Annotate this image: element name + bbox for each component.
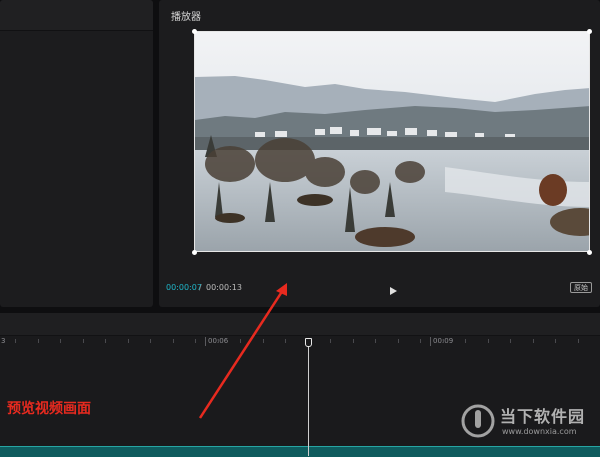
video-frame-image [195, 32, 589, 251]
play-icon [390, 287, 397, 295]
watermark-url: www.downxia.com [502, 427, 577, 436]
video-preview[interactable] [194, 31, 590, 252]
ruler-tick [442, 339, 444, 343]
ruler-tick [150, 339, 151, 343]
video-track[interactable] [0, 446, 600, 457]
ruler-label: 3 [1, 337, 6, 345]
ruler-tick [285, 339, 286, 343]
ruler-tick [60, 339, 61, 343]
media-panel-header [0, 0, 153, 31]
ruler-tick [172, 339, 174, 343]
player-title: 播放器 [171, 12, 201, 23]
ruler-tick [37, 339, 39, 343]
ruler-major-tick [430, 337, 431, 346]
ruler-tick [465, 339, 466, 343]
ruler-tick [420, 339, 421, 343]
ruler-tick [555, 339, 556, 343]
total-time: 00:00:13 [206, 283, 242, 292]
timeline-ruler[interactable]: 3 00:06 00:09 [0, 335, 600, 351]
play-button[interactable] [387, 282, 399, 295]
crop-handle-top-right[interactable] [587, 29, 592, 34]
ruler-tick [375, 339, 376, 343]
ruler-tick [240, 339, 241, 343]
ruler-tick [195, 339, 196, 343]
ruler-tick [577, 339, 579, 343]
original-ratio-button[interactable]: 原始 [570, 282, 592, 293]
ruler-tick [532, 339, 534, 343]
media-panel [0, 0, 153, 307]
ruler-tick [217, 339, 219, 343]
watermark: 当下软件园 www.downxia.com [460, 402, 590, 440]
ruler-tick [127, 339, 129, 343]
timeline-toolbar [0, 313, 600, 336]
ruler-tick [15, 339, 16, 343]
ruler-tick [105, 339, 106, 343]
ruler-tick [262, 339, 264, 343]
player-panel-header: 播放器 [159, 0, 600, 30]
watermark-logo-icon [461, 404, 495, 438]
playhead-handle[interactable] [305, 338, 312, 347]
annotation-text: 预览视频画面 [7, 401, 91, 417]
ruler-tick [82, 339, 84, 343]
ruler-tick [330, 339, 331, 343]
crop-handle-bottom-right[interactable] [587, 250, 592, 255]
ruler-tick [487, 339, 489, 343]
ruler-tick [397, 339, 399, 343]
ruler-major-tick [205, 337, 206, 346]
watermark-brand: 当下软件园 [500, 407, 586, 426]
time-separator: / [199, 283, 202, 292]
ruler-tick [510, 339, 511, 343]
crop-handle-top-left[interactable] [192, 29, 197, 34]
playhead-line[interactable] [308, 339, 309, 456]
ruler-tick [352, 339, 354, 343]
current-time: 00:00:07 [166, 283, 202, 292]
crop-handle-bottom-left[interactable] [192, 250, 197, 255]
